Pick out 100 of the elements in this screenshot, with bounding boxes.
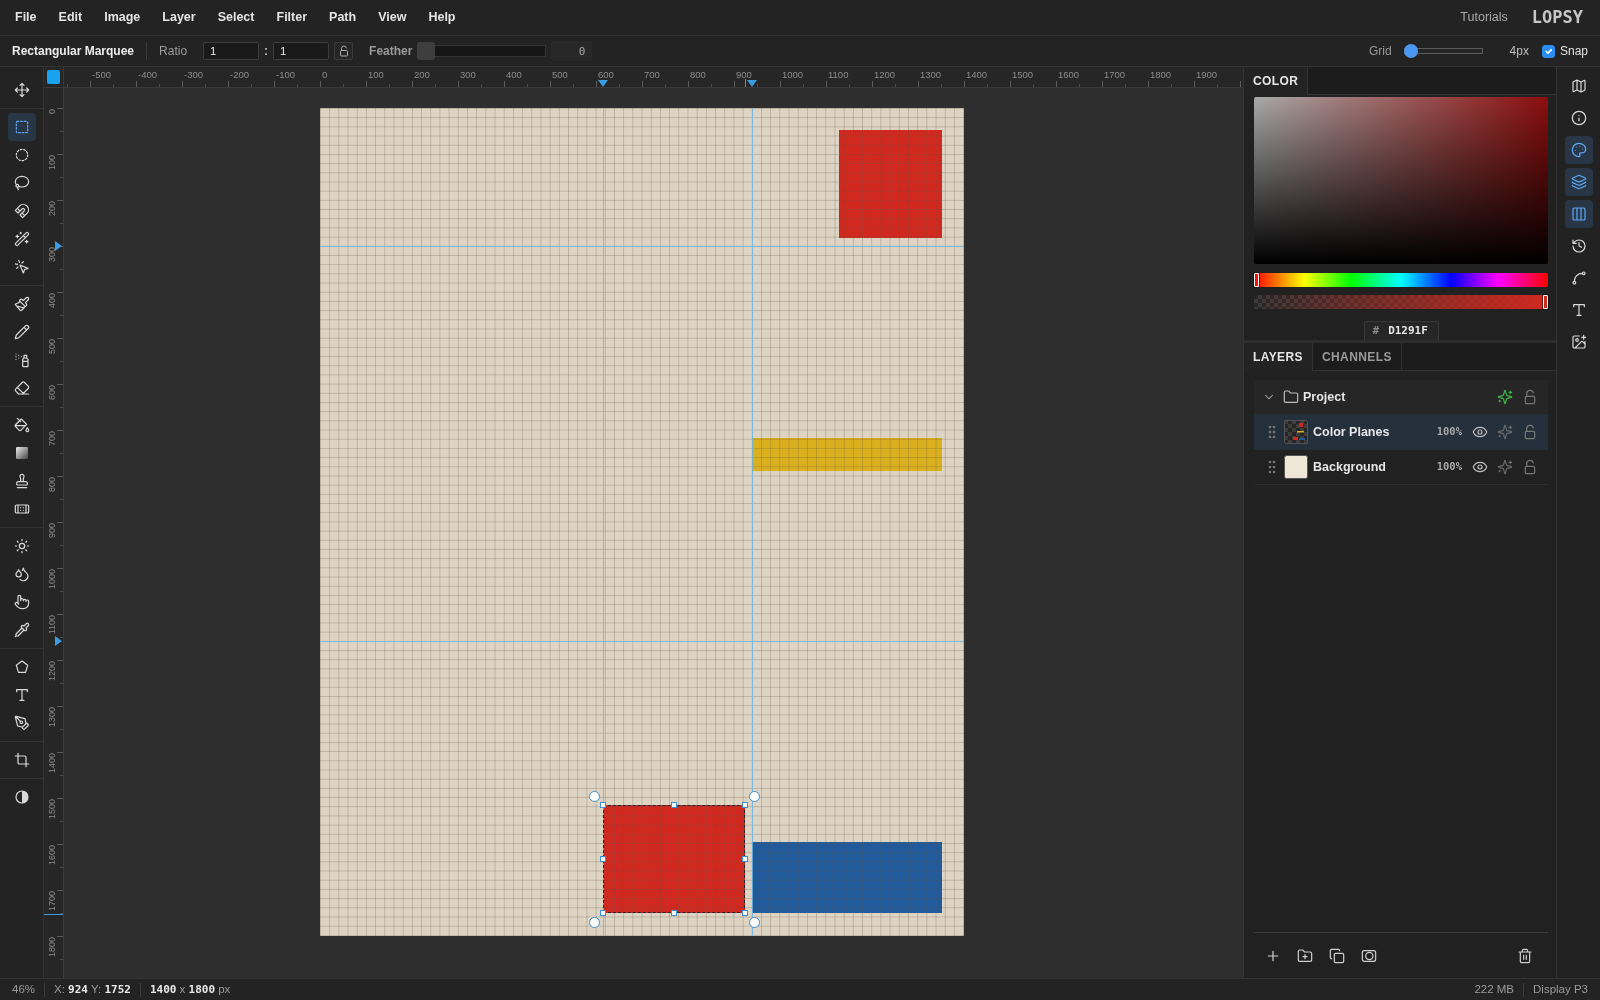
square-handle-icon[interactable] <box>600 856 606 862</box>
eye-icon[interactable] <box>1472 459 1488 475</box>
circle-handle-icon[interactable] <box>748 916 760 928</box>
feather-value-field[interactable]: 0 <box>551 41 593 61</box>
triangle-marker-icon[interactable] <box>747 80 757 87</box>
stamp-icon[interactable] <box>13 473 30 489</box>
tutorials-link[interactable]: Tutorials <box>1460 8 1508 27</box>
swatch-icon[interactable] <box>47 70 60 84</box>
palette-icon[interactable] <box>1570 142 1587 158</box>
gradient-square-icon[interactable] <box>13 445 30 461</box>
layer-row[interactable]: Project <box>1254 380 1548 415</box>
layers-icon[interactable] <box>1570 174 1587 190</box>
history-icon[interactable] <box>1570 238 1587 254</box>
eraser-icon[interactable] <box>13 380 30 396</box>
square-handle-icon[interactable] <box>600 910 606 916</box>
pen-nib-icon[interactable] <box>13 715 30 731</box>
ratio-height-field[interactable]: 1 <box>273 42 330 60</box>
eye-icon[interactable] <box>1472 424 1488 440</box>
ruler-label: 700 <box>644 70 660 80</box>
crop-icon[interactable] <box>13 752 30 768</box>
pointing-hand-icon[interactable] <box>13 594 30 610</box>
image-plus-icon[interactable] <box>1570 334 1587 350</box>
sparkles-icon[interactable] <box>1497 424 1513 440</box>
hex-field[interactable]: # D1291F <box>1363 321 1439 340</box>
droplets-icon[interactable] <box>13 566 30 582</box>
menu-item[interactable]: Help <box>417 7 467 28</box>
curve-icon[interactable] <box>1570 270 1587 286</box>
brand-logo: LOPSY <box>1531 9 1583 26</box>
square-handle-icon[interactable] <box>600 802 606 808</box>
slider-thumb[interactable] <box>1254 273 1259 287</box>
spray-can-icon[interactable] <box>13 352 30 368</box>
circle-handle-icon[interactable] <box>588 790 600 802</box>
layer-name: Project <box>1303 388 1346 406</box>
square-handle-icon[interactable] <box>742 856 748 862</box>
move-arrows-icon[interactable] <box>13 82 30 98</box>
square-handle-icon[interactable] <box>742 910 748 916</box>
menu-item[interactable]: View <box>367 7 418 28</box>
panel-tab[interactable]: LAYERS <box>1244 343 1313 371</box>
triangle-marker-icon[interactable] <box>55 636 62 646</box>
menu-item[interactable]: File <box>4 7 48 28</box>
square-handle-icon[interactable] <box>742 802 748 808</box>
menu-item[interactable]: Image <box>93 7 152 28</box>
circle-handle-icon[interactable] <box>748 790 760 802</box>
info-icon[interactable] <box>1570 110 1587 126</box>
magic-wand-icon[interactable] <box>13 231 30 247</box>
menu-item[interactable]: Layer <box>151 7 207 28</box>
feather-slider[interactable] <box>417 42 547 60</box>
half-circle-icon[interactable] <box>13 789 30 805</box>
menu-item[interactable]: Select <box>206 7 266 28</box>
triangle-marker-icon[interactable] <box>598 80 608 87</box>
ratio-width-field[interactable]: 1 <box>203 42 260 60</box>
snap-checkbox[interactable] <box>1541 44 1555 58</box>
grip-dots-icon[interactable] <box>1268 425 1276 439</box>
tool-button[interactable] <box>7 113 36 141</box>
padlock-open-icon[interactable] <box>1522 389 1538 405</box>
panel-button[interactable] <box>1564 168 1593 196</box>
padlock-open-icon[interactable] <box>1522 459 1538 475</box>
sparkles-icon[interactable] <box>1497 459 1513 475</box>
snap-label[interactable]: Snap <box>1559 42 1588 60</box>
triangle-marker-icon[interactable] <box>55 241 62 251</box>
aspect-lock-button[interactable] <box>334 42 354 60</box>
hue-slider[interactable] <box>1254 273 1548 287</box>
columns-icon[interactable] <box>1570 206 1587 222</box>
slider-thumb[interactable] <box>1543 295 1548 309</box>
copy-icon[interactable] <box>1329 947 1345 964</box>
slider-thumb[interactable] <box>1403 44 1418 58</box>
sun-icon[interactable] <box>13 538 30 554</box>
map-icon[interactable] <box>1570 78 1587 94</box>
menu-item[interactable]: Path <box>318 7 368 28</box>
pentagon-icon[interactable] <box>13 659 30 675</box>
panel-button[interactable] <box>1564 136 1593 164</box>
layer-row[interactable]: Color Planes 100% <box>1254 415 1548 450</box>
pointer-sparkle-icon[interactable] <box>13 259 30 275</box>
square-handle-icon[interactable] <box>671 910 677 916</box>
paintbrush-icon[interactable] <box>13 296 30 312</box>
padlock-open-icon[interactable] <box>1522 424 1538 440</box>
paint-bucket-icon[interactable] <box>13 417 30 433</box>
type-icon[interactable] <box>1570 302 1587 318</box>
slider-thumb[interactable] <box>417 42 436 60</box>
opacity-slider[interactable] <box>1254 295 1548 309</box>
menu-item[interactable]: Filter <box>265 7 319 28</box>
layer-row[interactable]: Background 100% <box>1254 450 1548 485</box>
dashed-circle-icon[interactable] <box>13 147 30 163</box>
dashed-square-icon[interactable] <box>13 119 30 135</box>
sparkles-icon[interactable] <box>1497 389 1513 405</box>
panel-tab[interactable]: CHANNELS <box>1313 343 1402 371</box>
magnet-icon[interactable] <box>13 203 30 219</box>
padlock-open-icon[interactable] <box>337 45 350 57</box>
type-icon[interactable] <box>13 687 30 703</box>
eyedropper-icon[interactable] <box>13 622 30 638</box>
menu-item[interactable]: Edit <box>47 7 94 28</box>
folder-plus-icon[interactable] <box>1297 947 1313 964</box>
pencil-icon[interactable] <box>13 324 30 340</box>
square-handle-icon[interactable] <box>671 802 677 808</box>
bandage-icon[interactable] <box>13 501 30 517</box>
circle-handle-icon[interactable] <box>588 916 600 928</box>
color-field[interactable] <box>1254 97 1548 264</box>
trash-icon[interactable] <box>1517 947 1533 964</box>
grip-dots-icon[interactable] <box>1268 460 1276 474</box>
lasso-icon[interactable] <box>13 175 30 191</box>
